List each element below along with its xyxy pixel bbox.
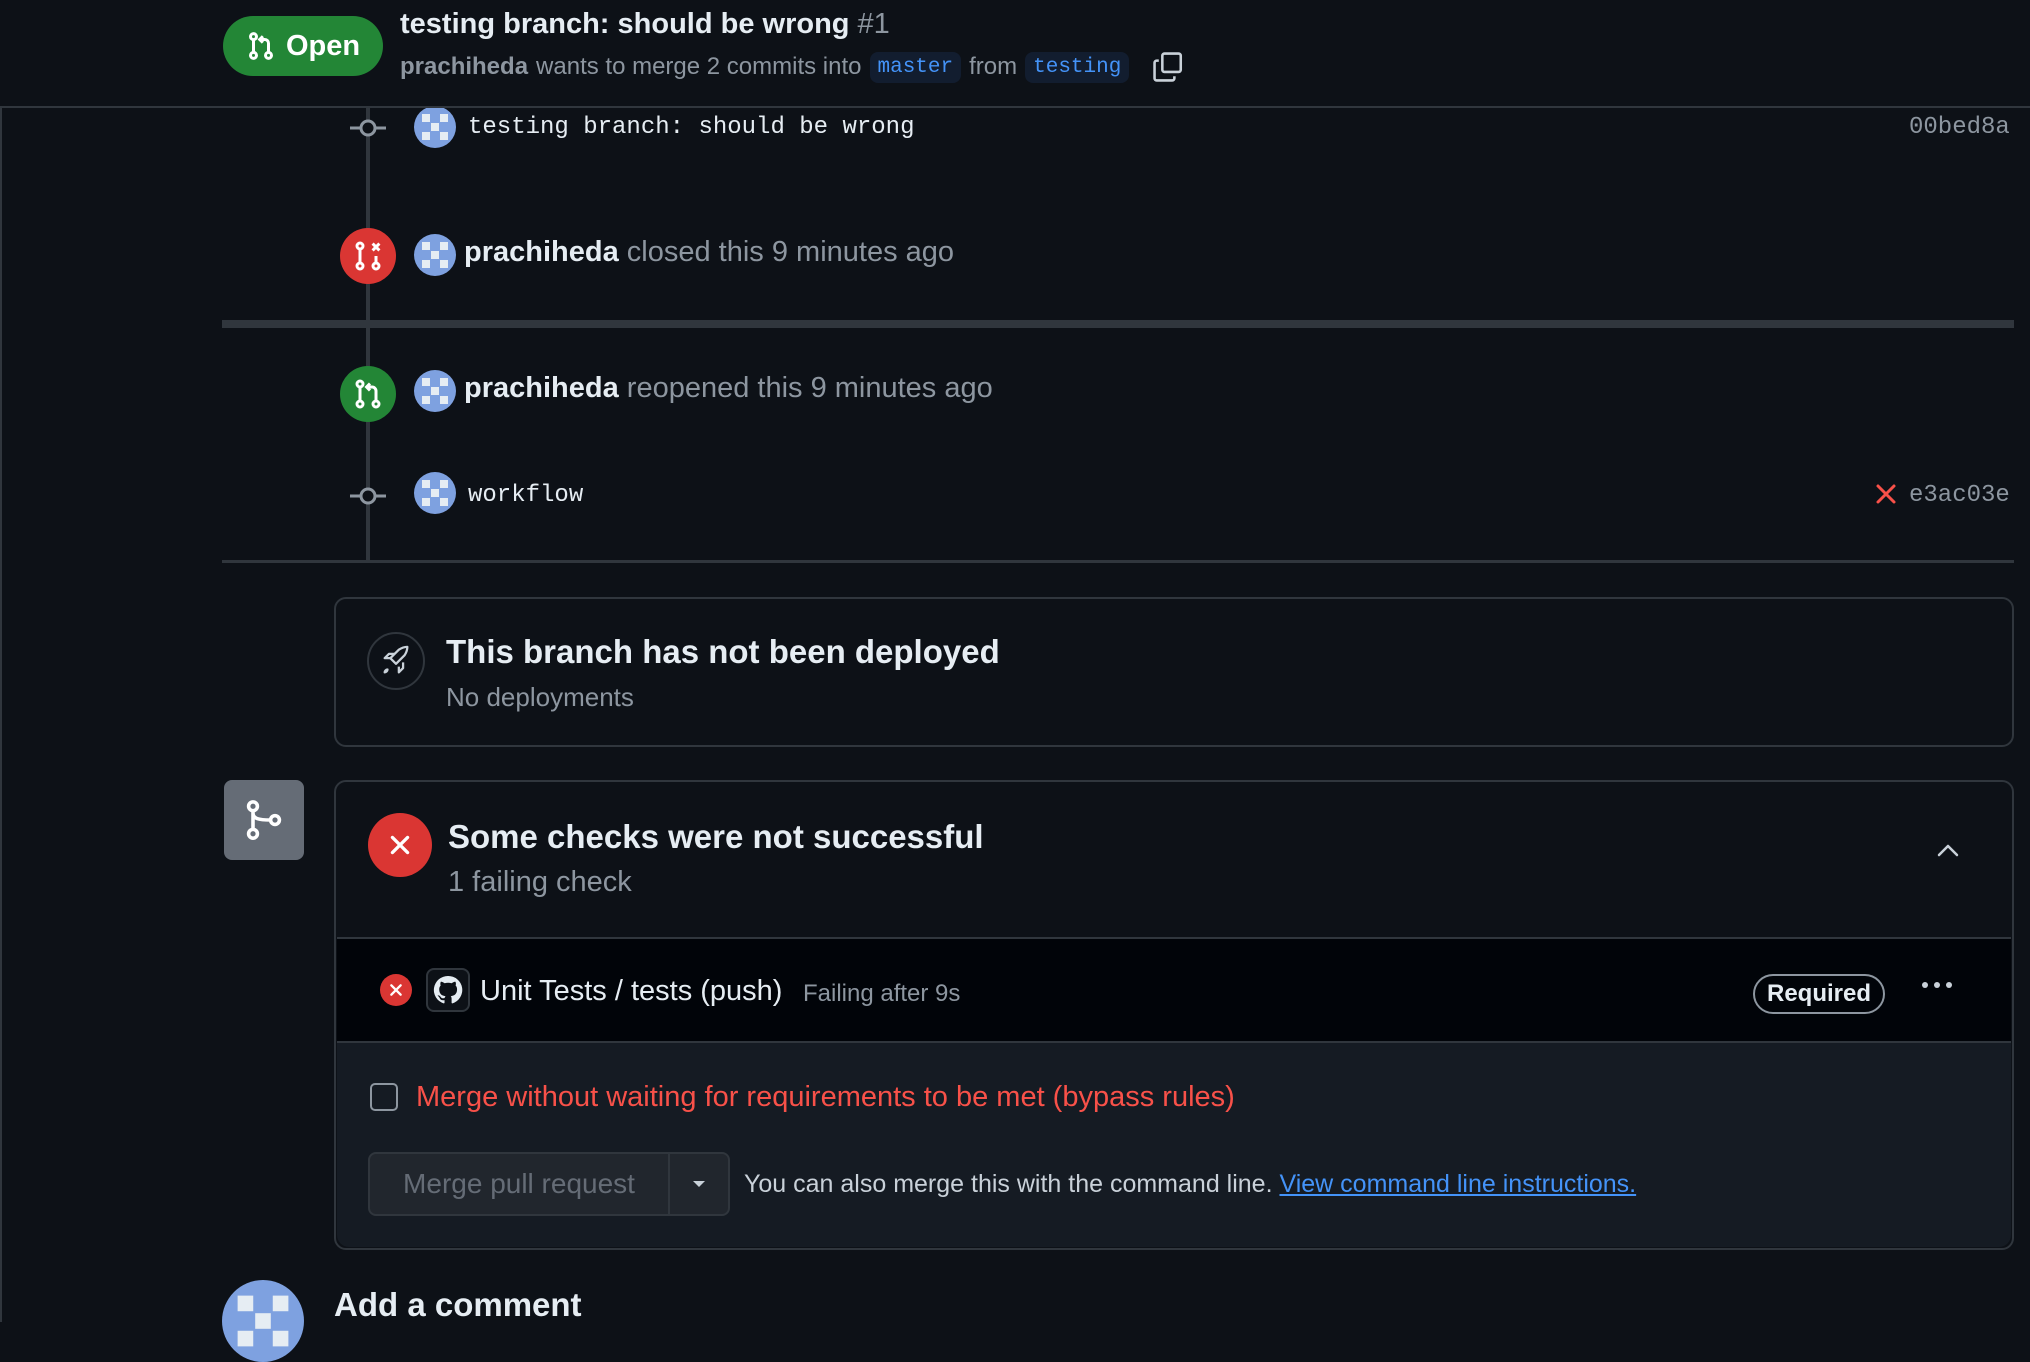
avatar[interactable] (414, 106, 456, 148)
github-icon (426, 968, 470, 1012)
event-author-link[interactable]: prachiheda (464, 236, 619, 268)
merge-pull-request-button[interactable]: Merge pull request (370, 1154, 670, 1214)
git-commit-icon (350, 487, 386, 505)
avatar[interactable] (222, 1280, 304, 1362)
merge-method-dropdown[interactable] (670, 1154, 728, 1214)
timeline-line (366, 328, 370, 560)
commit-sha-link[interactable]: e3ac03e (1909, 482, 2010, 509)
git-commit-icon (350, 119, 386, 137)
triangle-down-icon (693, 1181, 705, 1187)
rocket-icon-wrap (367, 632, 425, 690)
pr-author-link[interactable]: prachiheda (400, 53, 528, 81)
check-row[interactable]: Unit Tests / tests (push) Failing after … (337, 937, 2011, 1043)
git-pull-request-icon (248, 32, 273, 60)
merge-button-group: Merge pull request (368, 1152, 730, 1216)
reopened-event-text: reopened this 9 minutes ago (626, 372, 993, 404)
pr-closed-badge (340, 228, 396, 284)
head-branch[interactable]: testing (1025, 51, 1130, 83)
check-failed-icon (380, 974, 412, 1006)
timeline-divider (222, 560, 2014, 563)
checks-failed-badge (368, 813, 432, 877)
deployments-box: This branch has not been deployed No dep… (334, 597, 2014, 747)
avatar[interactable] (414, 234, 456, 276)
bypass-label[interactable]: Merge without waiting for requirements t… (416, 1081, 1235, 1114)
cli-text: You can also merge this with the command… (744, 1170, 1273, 1198)
from-text: from (969, 53, 1018, 80)
avatar[interactable] (414, 472, 456, 514)
pr-merge-text: wants to merge 2 commits into (536, 53, 862, 80)
checks-title: Some checks were not successful (448, 818, 984, 855)
cli-instructions-link[interactable]: View command line instructions. (1279, 1170, 1636, 1198)
pr-state-label: Open (285, 29, 361, 62)
rocket-icon (383, 645, 409, 674)
timeline-divider (222, 320, 2014, 328)
avatar[interactable] (414, 370, 456, 412)
add-comment-heading: Add a comment (334, 1286, 582, 1323)
check-status: Failing after 9s (803, 980, 961, 1007)
check-name-link[interactable]: Unit Tests / tests (push) (480, 975, 782, 1008)
event-author-link[interactable]: prachiheda (464, 372, 619, 404)
merge-area (337, 1043, 2011, 1247)
commit-sha-link[interactable]: 00bed8a (1909, 114, 2010, 141)
deploy-title: This branch has not been deployed (446, 633, 1000, 670)
chevron-up-icon[interactable] (1934, 840, 1962, 860)
closed-event-text: closed this 9 minutes ago (626, 236, 955, 268)
sticky-header: Open testing branch: should be wrong #1 p… (0, 0, 2030, 108)
base-branch[interactable]: master (869, 51, 962, 83)
timeline-line (366, 108, 370, 324)
copy-icon[interactable] (1151, 50, 1185, 84)
reopened-event: prachiheda reopened this 9 minutes ago (464, 372, 993, 405)
x-icon[interactable] (1874, 482, 1898, 506)
cli-hint: You can also merge this with the command… (744, 1170, 1636, 1199)
bypass-checkbox[interactable] (370, 1083, 398, 1111)
pr-subtitle: prachiheda wants to merge 2 commits into… (400, 50, 1185, 84)
commit-message-link[interactable]: workflow (468, 482, 583, 509)
deploy-subtitle: No deployments (446, 682, 634, 712)
git-pull-request-closed-icon (355, 241, 381, 271)
required-badge: Required (1753, 974, 1886, 1014)
pr-state-badge: Open (223, 16, 383, 76)
git-pull-request-icon (355, 379, 381, 409)
closed-event: prachiheda closed this 9 minutes ago (464, 236, 954, 269)
merge-status-icon (224, 780, 304, 860)
checks-subtitle: 1 failing check (448, 866, 632, 898)
page-left-border (0, 108, 2, 1322)
pr-title-text: testing branch: should be wrong (400, 8, 850, 40)
pr-reopened-badge (340, 366, 396, 422)
kebab-horizontal-icon[interactable] (1919, 977, 1955, 993)
pr-title: testing branch: should be wrong #1 (400, 8, 890, 41)
pr-number: #1 (857, 8, 890, 40)
x-icon (390, 835, 410, 855)
commit-message-link[interactable]: testing branch: should be wrong (468, 114, 914, 141)
git-merge-icon (246, 800, 282, 840)
